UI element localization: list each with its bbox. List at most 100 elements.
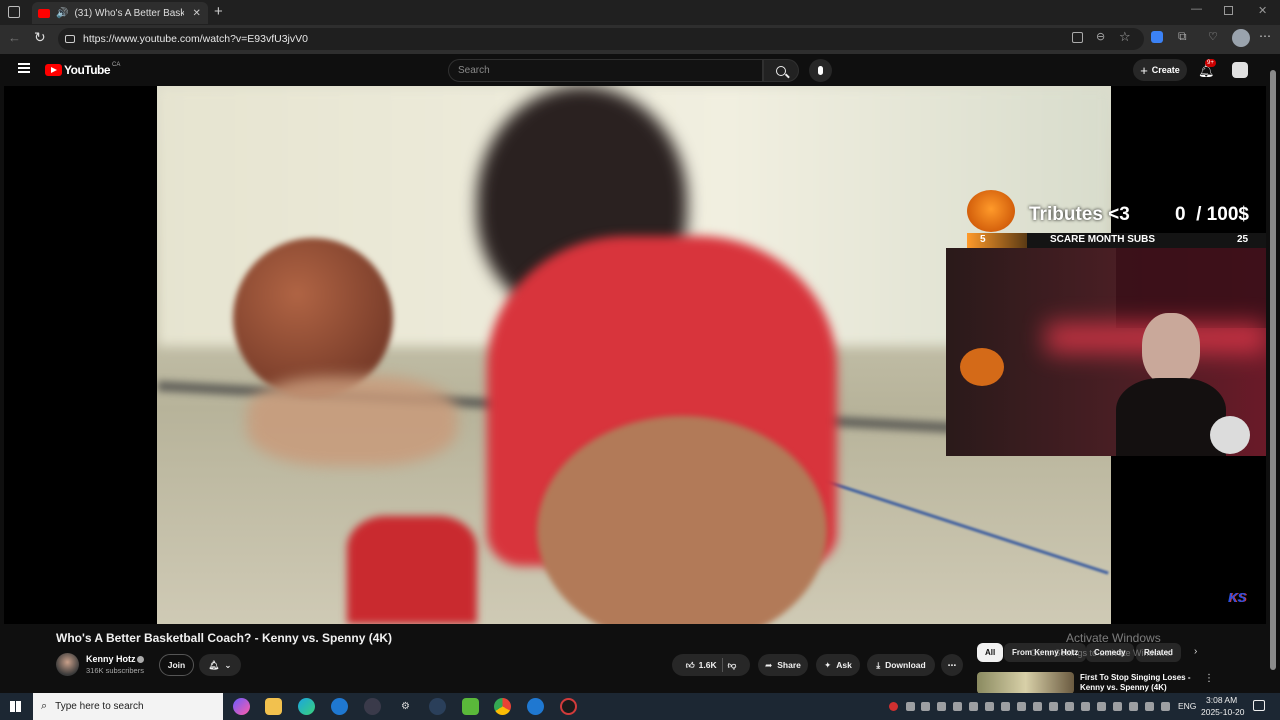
- speaker-icon[interactable]: 🔊: [56, 8, 68, 19]
- create-button[interactable]: + Create: [1133, 59, 1187, 81]
- favorite-star-icon[interactable]: ☆: [1119, 29, 1131, 45]
- app-icon-blue[interactable]: [331, 698, 348, 715]
- chips-next-icon[interactable]: ›: [1194, 646, 1197, 657]
- settings-gear-icon[interactable]: ⚙: [397, 698, 414, 715]
- tray-icon-8[interactable]: [1017, 702, 1026, 711]
- recommended-thumbnail: [977, 672, 1074, 693]
- webcam-person-body: [1116, 378, 1226, 456]
- more-actions-button[interactable]: ⋯: [941, 654, 963, 676]
- tray-icon-13[interactable]: [1097, 702, 1106, 711]
- edge-icon[interactable]: [298, 698, 315, 715]
- close-window-icon[interactable]: ✕: [1258, 4, 1267, 17]
- channel-avatar[interactable]: [56, 653, 79, 676]
- app-icon-blue-2[interactable]: [527, 698, 544, 715]
- minimize-icon[interactable]: —: [1191, 3, 1202, 15]
- collections-icon[interactable]: ♡: [1208, 30, 1218, 43]
- video-player[interactable]: Tributes <3 0 / 100$ 5 SCARE MONTH SUBS …: [4, 86, 1266, 624]
- menu-hamburger-icon[interactable]: [18, 63, 30, 73]
- thumbs-up-icon: 👍︎: [685, 659, 695, 670]
- join-button[interactable]: Join: [159, 654, 194, 676]
- notification-center-icon[interactable]: [1253, 700, 1265, 711]
- channel-watermark[interactable]: KS: [1228, 590, 1246, 605]
- tray-icon-6[interactable]: [985, 702, 994, 711]
- steam-icon[interactable]: [429, 698, 446, 715]
- extension-icon[interactable]: [1151, 31, 1163, 43]
- tray-icon-5[interactable]: [969, 702, 978, 711]
- tray-icon-10[interactable]: [1049, 702, 1058, 711]
- download-icon: ⤓: [876, 659, 881, 670]
- recommended-video[interactable]: First To Stop Singing Loses - Kenny vs. …: [977, 671, 1217, 693]
- address-bar[interactable]: https://www.youtube.com/watch?v=E93vfU3j…: [58, 28, 1144, 50]
- ask-button[interactable]: ✦ Ask: [816, 654, 860, 676]
- taskbar-search-box[interactable]: ⌕ Type here to search: [33, 693, 223, 720]
- browser-tab-youtube[interactable]: 🔊 (31) Who's A Better Basketba ✕: [32, 2, 208, 24]
- new-tab-icon[interactable]: +: [214, 3, 223, 20]
- page-scrollbar[interactable]: [1266, 54, 1280, 686]
- tray-record-icon[interactable]: [889, 702, 898, 711]
- tray-icon-15[interactable]: [1129, 702, 1138, 711]
- site-info-icon[interactable]: [65, 35, 75, 43]
- subscribe-bell-button[interactable]: 🔔︎ ⌄: [199, 654, 241, 676]
- voice-search-button[interactable]: [809, 59, 832, 82]
- tray-icon-4[interactable]: [953, 702, 962, 711]
- tray-icon-12[interactable]: [1081, 702, 1090, 711]
- profile-avatar[interactable]: [1232, 29, 1250, 47]
- more-icon: ⋯: [947, 659, 957, 670]
- tray-icon-3[interactable]: [937, 702, 946, 711]
- share-icon: ➦: [765, 659, 773, 670]
- tray-icon-1[interactable]: [906, 702, 915, 711]
- sub-count: 5: [980, 234, 986, 245]
- app-available-icon[interactable]: [1072, 32, 1083, 43]
- webcam-wall-decor: [1116, 248, 1266, 328]
- tray-icon-11[interactable]: [1065, 702, 1074, 711]
- account-avatar[interactable]: [1232, 62, 1248, 78]
- file-explorer-icon[interactable]: [265, 698, 282, 715]
- clock-time[interactable]: 3:08 AM: [1206, 695, 1237, 705]
- notifications-badge: 9+: [1205, 59, 1216, 67]
- clock-date[interactable]: 2025-10-20: [1201, 707, 1244, 717]
- tray-icon-9[interactable]: [1033, 702, 1042, 711]
- channel-name[interactable]: Kenny Hotz: [86, 654, 136, 664]
- jack-o-lantern-icon: [967, 190, 1015, 232]
- chrome-icon[interactable]: [494, 698, 511, 715]
- search-button[interactable]: [763, 59, 799, 82]
- tray-icon-7[interactable]: [1001, 702, 1010, 711]
- youtube-logo[interactable]: YouTube CA: [45, 62, 120, 77]
- thumbs-down-icon[interactable]: 👎︎: [728, 660, 737, 671]
- tray-icon-14[interactable]: [1113, 702, 1122, 711]
- sub-goal-label: SCARE MONTH SUBS: [1050, 234, 1156, 245]
- maximize-icon[interactable]: [1224, 6, 1233, 15]
- share-button[interactable]: ➦ Share: [758, 654, 808, 676]
- app-icon-dark[interactable]: [364, 698, 381, 715]
- webcam-skull: [1210, 416, 1250, 454]
- network-icon[interactable]: [1145, 702, 1154, 711]
- close-tab-icon[interactable]: ✕: [192, 8, 200, 19]
- download-button[interactable]: ⤓ Download: [867, 654, 935, 676]
- volume-icon[interactable]: [1161, 702, 1170, 711]
- microphone-icon: [818, 66, 823, 75]
- share-label: Share: [777, 660, 801, 670]
- recommended-more-icon[interactable]: ⋮: [1204, 673, 1214, 684]
- like-button[interactable]: 👍︎ 1.6K: [686, 660, 717, 671]
- join-label: Join: [167, 660, 186, 670]
- back-icon[interactable]: ←: [8, 30, 21, 45]
- bell-icon: 🔔︎: [208, 659, 220, 670]
- language-indicator[interactable]: ENG: [1178, 701, 1196, 711]
- scrollbar-thumb[interactable]: [1270, 70, 1276, 670]
- settings-more-icon[interactable]: ⋯: [1259, 29, 1271, 43]
- tributes-label: Tributes <3: [1029, 204, 1130, 225]
- chip-all[interactable]: All: [977, 643, 1004, 662]
- reload-icon[interactable]: ↻: [34, 29, 46, 46]
- search-input[interactable]: Search: [448, 59, 763, 82]
- jersey-bottom: [347, 516, 477, 624]
- sub-goal-fill: [967, 233, 1027, 248]
- app-icon-green[interactable]: [462, 698, 479, 715]
- extensions-puzzle-icon[interactable]: ⧉: [1178, 29, 1187, 44]
- app-icon-red[interactable]: [560, 698, 577, 715]
- tab-actions-icon[interactable]: [8, 6, 20, 18]
- notifications-button[interactable]: 🔔︎ 9+: [1198, 59, 1216, 80]
- tray-icon-2[interactable]: [921, 702, 930, 711]
- copilot-icon[interactable]: [233, 698, 250, 715]
- zoom-icon[interactable]: ⊖: [1096, 30, 1105, 43]
- windows-start-icon[interactable]: [10, 701, 21, 712]
